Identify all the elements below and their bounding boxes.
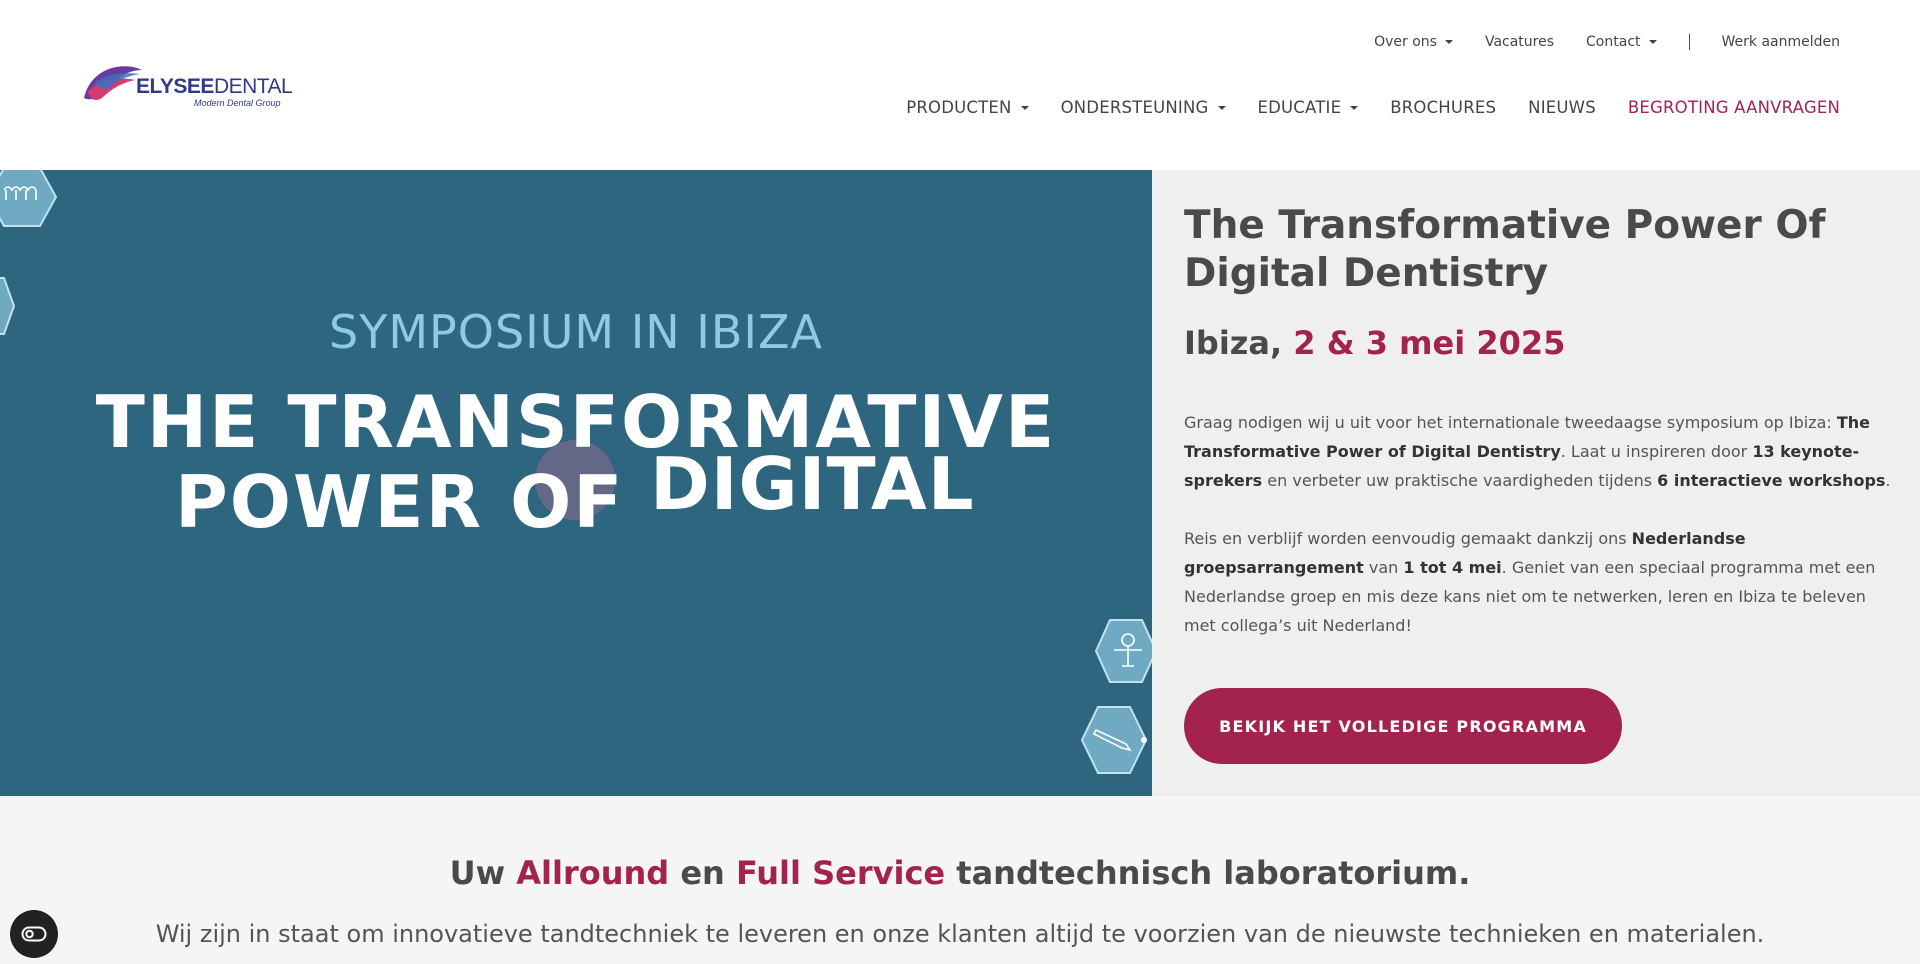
event-text: van — [1363, 558, 1404, 577]
topnav-label: Over ons — [1374, 34, 1437, 50]
event-text: Graag nodigen wij u uit voor het interna… — [1184, 413, 1837, 432]
topnav-werk-aanmelden[interactable]: Werk aanmelden — [1722, 34, 1841, 50]
topnav-divider — [1688, 34, 1690, 50]
hexagon-tool-icon — [1080, 706, 1148, 774]
hexagon-implant-icon — [1094, 619, 1152, 683]
hero-title-line1: THE TRANSFORMATIVE — [95, 380, 1057, 464]
topnav-label: Werk aanmelden — [1721, 34, 1841, 50]
site-header: ELYSEEDENTAL Modern Dental Group Over on… — [0, 0, 1920, 170]
event-text: Reis en verblijf worden eenvoudig gemaak… — [1184, 529, 1632, 548]
event-travel-info: Reis en verblijf worden eenvoudig gemaak… — [1184, 524, 1894, 640]
event-text-bold: 6 interactieve workshops — [1657, 471, 1886, 490]
event-description: Graag nodigen wij u uit voor het interna… — [1184, 408, 1894, 495]
nav-nieuws[interactable]: NIEUWS — [1528, 98, 1596, 117]
view-program-button[interactable]: BEKIJK HET VOLLEDIGE PROGRAMMA — [1184, 688, 1622, 764]
chevron-down-icon — [1217, 105, 1226, 110]
event-text: . Laat u inspireren door — [1560, 442, 1753, 461]
nav-begroting-aanvragen[interactable]: BEGROTING AANVRAGEN — [1628, 98, 1840, 117]
intro-heading-text: Uw — [449, 854, 517, 892]
event-dates: 2 & 3 mei 2025 — [1293, 324, 1566, 362]
chevron-down-icon — [1444, 40, 1453, 44]
nav-brochures[interactable]: BROCHURES — [1390, 98, 1496, 117]
nav-label: PRODUCTEN — [906, 98, 1012, 117]
logo-wordmark: ELYSEEDENTAL — [136, 75, 293, 99]
topnav-contact[interactable]: Contact — [1586, 34, 1657, 50]
intro-text: Wij zijn in staat om innovatieve tandtec… — [155, 920, 1765, 948]
event-place: Ibiza, — [1184, 324, 1283, 362]
topnav-label: Vacatures — [1484, 34, 1555, 50]
hero-kicker: SYMPOSIUM IN IBIZA — [329, 305, 823, 359]
chevron-down-icon — [1350, 105, 1359, 110]
chevron-down-icon — [1648, 40, 1657, 44]
nav-label: EDUCATIE — [1257, 98, 1342, 117]
intro-section: Uw Allround en Full Service tandtechnisc… — [0, 796, 1920, 964]
hexagon-teeth-icon — [0, 170, 58, 227]
event-location-dates: Ibiza, 2 & 3 mei 2025 — [1184, 324, 1565, 362]
main-nav: PRODUCTEN ONDERSTEUNING EDUCATIE BROCHUR… — [874, 98, 1840, 117]
intro-heading: Uw Allround en Full Service tandtechnisc… — [0, 854, 1920, 892]
intro-heading-text: tandtechnisch laboratorium. — [945, 854, 1471, 892]
event-text-bold: 1 tot 4 mei — [1403, 558, 1502, 577]
hero-banner[interactable]: SYMPOSIUM IN IBIZA THE TRANSFORMATIVE PO… — [0, 170, 1152, 796]
event-title: The Transformative Power Of Digital Dent… — [1184, 203, 1826, 296]
nav-label: ONDERSTEUNING — [1060, 98, 1209, 117]
event-text: en verbeter uw praktische vaardigheden t… — [1262, 471, 1658, 490]
hero-title-line2b: DIGITAL — [650, 442, 975, 526]
topnav-label: Contact — [1586, 34, 1641, 50]
hero-title-line2a: POWER OF — [175, 460, 625, 544]
logo-brand-bold: ELYSEE — [136, 75, 214, 98]
nav-ondersteuning[interactable]: ONDERSTEUNING — [1061, 98, 1226, 117]
intro-heading-accent: Allround — [516, 854, 670, 892]
logo-tagline: Modern Dental Group — [194, 98, 281, 108]
nav-label: BEGROTING AANVRAGEN — [1627, 98, 1840, 117]
cookie-settings-button[interactable] — [10, 910, 58, 958]
nav-producten[interactable]: PRODUCTEN — [906, 98, 1029, 117]
top-nav: Over ons Vacatures Contact Werk aanmelde… — [1342, 34, 1840, 50]
chevron-down-icon — [1020, 105, 1029, 110]
cookie-settings-icon — [21, 926, 47, 942]
elysee-dental-logo[interactable]: ELYSEEDENTAL Modern Dental Group — [80, 60, 293, 112]
intro-heading-text: en — [669, 854, 736, 892]
nav-educatie[interactable]: EDUCATIE — [1258, 98, 1359, 117]
topnav-over-ons[interactable]: Over ons — [1374, 34, 1453, 50]
nav-label: BROCHURES — [1390, 98, 1497, 117]
nav-label: NIEUWS — [1528, 98, 1596, 117]
intro-heading-accent: Full Service — [735, 854, 946, 892]
event-panel: The Transformative Power Of Digital Dent… — [1152, 170, 1920, 796]
logo-brand-light: DENTAL — [213, 75, 293, 98]
event-text: . — [1885, 471, 1891, 490]
topnav-vacatures[interactable]: Vacatures — [1485, 34, 1554, 50]
